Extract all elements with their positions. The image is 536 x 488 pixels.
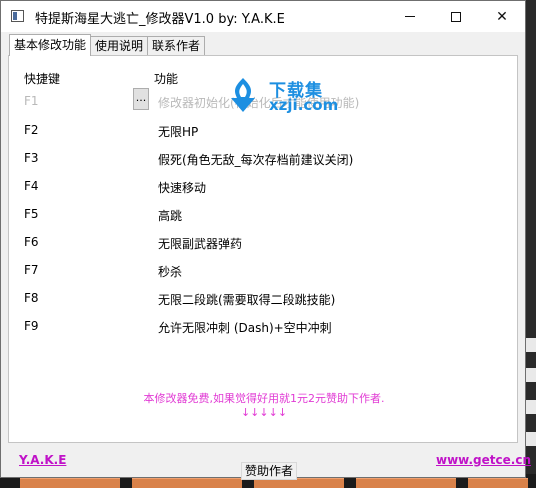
minimize-button[interactable] [387,1,433,32]
hotkey-f8: F8 [24,291,39,305]
tab-contact-author[interactable]: 联系作者 [147,36,206,56]
function-f6[interactable]: 无限副武器弹药 [158,235,242,252]
download-logo-icon [231,78,255,112]
function-f2[interactable]: 无限HP [158,123,198,140]
maximize-button[interactable] [433,1,479,32]
browse-button[interactable]: ... [133,88,149,110]
minimize-icon [405,16,415,17]
watermark: 下载集 xzji.com [223,76,373,118]
hotkey-f5: F5 [24,207,39,221]
function-f5[interactable]: 高跳 [158,207,182,224]
sponsor-arrows: ↓↓↓↓↓ [240,406,288,419]
website-link[interactable]: www.getce.cn [436,453,531,467]
sponsor-author-button[interactable]: 赞助作者 [241,462,297,480]
header-function: 功能 [154,72,179,86]
close-button[interactable]: ✕ [479,1,525,32]
tab-strip: 基本修改功能 使用说明 联系作者 [9,34,206,56]
function-f4[interactable]: 快速移动 [158,179,206,196]
close-icon: ✕ [496,8,508,25]
hotkey-f2: F2 [24,123,39,137]
header-hotkey: 快捷键 [24,72,61,86]
hotkey-f4: F4 [24,179,39,193]
tab-instructions[interactable]: 使用说明 [90,36,149,56]
author-link[interactable]: Y.A.K.E [19,453,66,467]
trainer-window: 特提斯海星大逃亡_修改器V1.0 by: Y.A.K.E ✕ 基本修改功能 使用… [0,0,531,480]
hotkey-f3: F3 [24,151,39,165]
maximize-icon [451,11,461,22]
window-title: 特提斯海星大逃亡_修改器V1.0 by: Y.A.K.E [35,12,285,27]
hotkey-f6: F6 [24,235,39,249]
function-f3[interactable]: 假死(角色无敌_每次存档前建议关闭) [158,151,353,168]
watermark-url: xzji.com [269,96,339,114]
function-f7[interactable]: 秒杀 [158,263,182,280]
title-bar[interactable]: 特提斯海星大逃亡_修改器V1.0 by: Y.A.K.E ✕ [1,1,525,32]
tab-basic-functions[interactable]: 基本修改功能 [9,34,92,56]
app-icon [11,10,24,22]
function-f8[interactable]: 无限二段跳(需要取得二段跳技能) [158,291,335,308]
hotkey-f7: F7 [24,263,39,277]
function-f9[interactable]: 允许无限冲刺 (Dash)+空中冲刺 [158,319,332,336]
hotkey-f1: F1 [24,94,39,108]
sponsor-notice: 本修改器免费,如果觉得好用就1元2元赞助下作者. [143,392,385,405]
desktop-background-right [526,0,536,488]
tab-panel: 快捷键 功能 ... F1 修改器初始化(初始化后才能使用功能) F2 无限HP… [8,55,518,443]
hotkey-f9: F9 [24,319,39,333]
